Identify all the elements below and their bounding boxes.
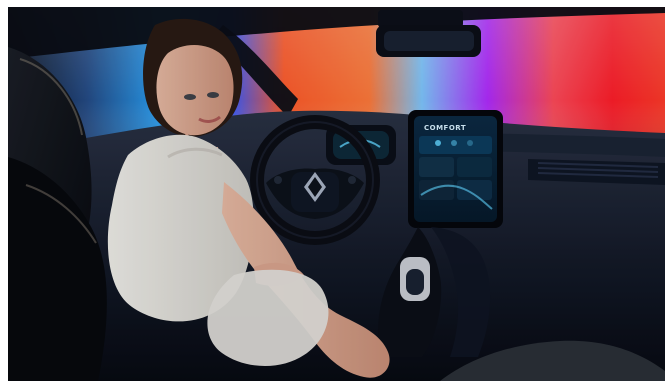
image-frame: COMFORT: [0, 0, 669, 386]
car-interior-photo: COMFORT: [8, 7, 665, 381]
